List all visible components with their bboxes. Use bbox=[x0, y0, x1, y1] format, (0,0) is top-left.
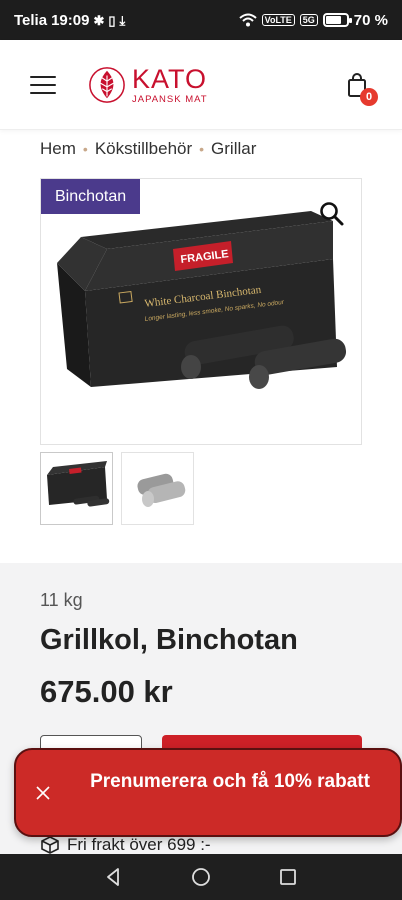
category-badge: Binchotan bbox=[41, 179, 141, 214]
back-icon[interactable] bbox=[103, 866, 125, 888]
cart-count-badge: 0 bbox=[360, 88, 378, 106]
cart-button[interactable]: 0 bbox=[346, 72, 380, 106]
home-icon[interactable] bbox=[190, 866, 212, 888]
breadcrumb-home[interactable]: Hem bbox=[40, 139, 76, 159]
product-info: 11 kg Grillkol, Binchotan 675.00 kr Fri … bbox=[0, 563, 402, 900]
status-bar-left: Telia 19:09 ✱ ▯ ⤓ bbox=[14, 12, 125, 29]
free-shipping-note: Fri frakt över 699 :- bbox=[40, 835, 211, 855]
vibrate-icon: ▯ bbox=[108, 12, 116, 28]
thumbnail-charcoal-image bbox=[137, 473, 186, 507]
recents-icon[interactable] bbox=[277, 866, 299, 888]
package-icon bbox=[41, 836, 59, 854]
logo-emblem-icon bbox=[89, 67, 125, 104]
status-bar: Telia 19:09 ✱ ▯ ⤓ VoLTE 5G 70 % bbox=[0, 0, 402, 40]
breadcrumb-kitchen-accessories[interactable]: Kökstillbehör bbox=[95, 139, 192, 159]
logo-text: KATO JAPANSK MAT bbox=[132, 66, 208, 105]
battery-level-fill bbox=[325, 16, 342, 24]
close-icon[interactable] bbox=[34, 784, 52, 802]
product-price: 675.00 kr bbox=[40, 674, 173, 709]
thumbnail-box[interactable] bbox=[40, 452, 113, 525]
app-root: Telia 19:09 ✱ ▯ ⤓ VoLTE 5G 70 % KATO JAP… bbox=[0, 0, 402, 900]
wifi-icon bbox=[238, 13, 257, 27]
signal-5g-badge: 5G bbox=[299, 14, 318, 26]
logo-name: KATO bbox=[132, 64, 208, 94]
breadcrumb-separator: • bbox=[82, 141, 88, 157]
bluetooth-icon: ✱ bbox=[93, 12, 105, 28]
menu-icon[interactable] bbox=[30, 76, 56, 94]
subscribe-banner[interactable]: Prenumerera och få 10% rabatt bbox=[14, 748, 402, 837]
product-image[interactable]: FRAGILE White Charcoal Binchotan Longer … bbox=[40, 178, 362, 445]
download-icon: ⤓ bbox=[119, 12, 126, 28]
thumbnail-gallery bbox=[40, 452, 194, 525]
time-label: 19:09 bbox=[51, 11, 90, 29]
product-title: Grillkol, Binchotan bbox=[40, 624, 298, 656]
free-shipping-text: Fri frakt över 699 :- bbox=[67, 835, 211, 854]
site-logo[interactable]: KATO JAPANSK MAT bbox=[88, 66, 208, 105]
status-bar-right: VoLTE 5G 70 % bbox=[238, 11, 388, 29]
breadcrumb-grills[interactable]: Grillar bbox=[211, 139, 256, 159]
carrier-label: Telia bbox=[14, 11, 48, 29]
subscribe-banner-text: Prenumerera och få 10% rabatt bbox=[90, 771, 370, 792]
battery-icon bbox=[322, 13, 352, 27]
site-header: KATO JAPANSK MAT 0 bbox=[0, 40, 402, 130]
charcoal-box-image: FRAGILE White Charcoal Binchotan Longer … bbox=[57, 211, 347, 389]
volte-badge: VoLTE bbox=[261, 14, 295, 26]
logo-subtitle: JAPANSK MAT bbox=[132, 94, 208, 105]
breadcrumb-separator: • bbox=[199, 141, 205, 157]
breadcrumb: Hem • Kökstillbehör • Grillar bbox=[40, 139, 256, 159]
thumbnail-box-image bbox=[47, 461, 110, 507]
thumbnail-charcoal[interactable] bbox=[121, 452, 194, 525]
system-nav-bar bbox=[0, 854, 402, 900]
product-weight: 11 kg bbox=[40, 590, 83, 610]
magnifier-icon[interactable] bbox=[319, 201, 345, 227]
battery-percent: 70 % bbox=[353, 11, 388, 29]
